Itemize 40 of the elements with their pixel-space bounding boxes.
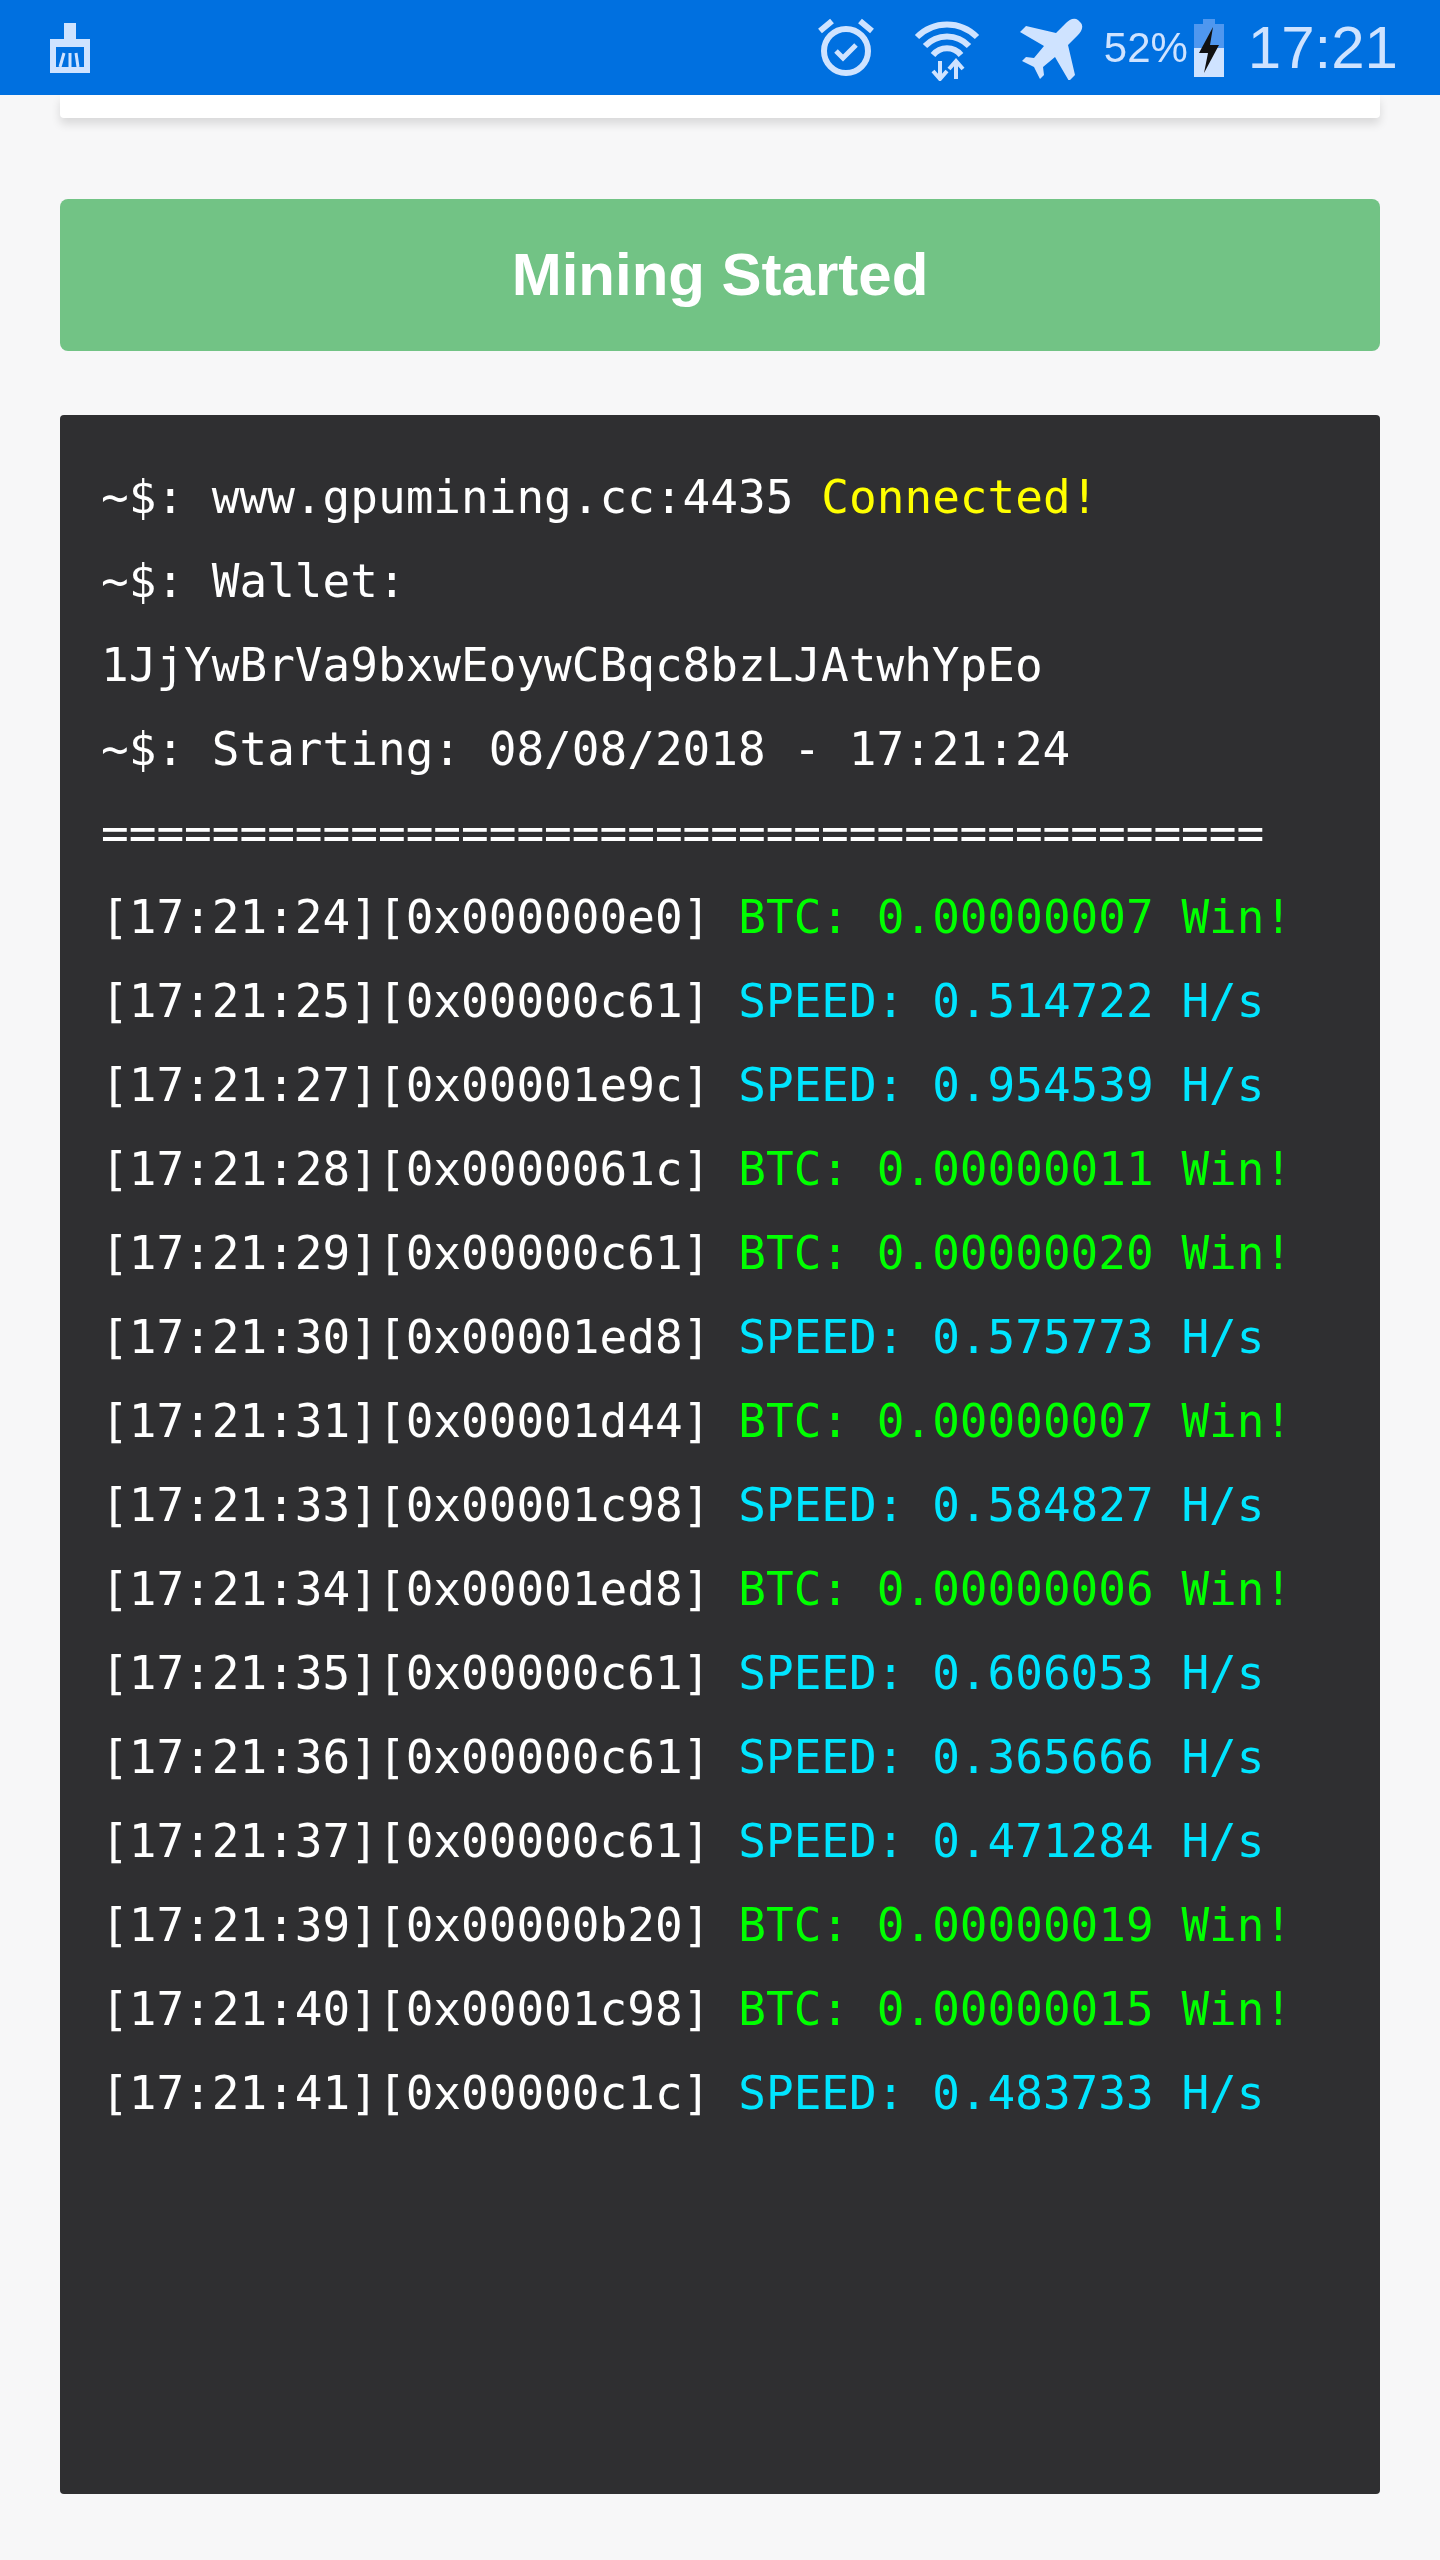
log-timestamp: [17:21:40][0x00001c98]: [101, 1980, 711, 2038]
terminal-line: ~$: Starting: 08/08/2018 - 17:21:24: [101, 720, 1071, 778]
speed-reading: SPEED: 0.471284 H/s: [738, 1812, 1265, 1870]
separator-line: ==========================================: [101, 804, 1265, 862]
log-timestamp: [17:21:41][0x00000c1c]: [101, 2064, 711, 2122]
log-timestamp: [17:21:34][0x00001ed8]: [101, 1560, 711, 1618]
btc-win-message: BTC: 0.00000019 Win!: [738, 1896, 1293, 1954]
speed-reading: SPEED: 0.365666 H/s: [738, 1728, 1265, 1786]
btc-win-message: BTC: 0.00000015 Win!: [738, 1980, 1293, 2038]
connected-status: Connected!: [821, 468, 1099, 526]
log-timestamp: [17:21:25][0x00000c61]: [101, 972, 711, 1030]
alarm-icon: [815, 16, 876, 79]
mining-started-button[interactable]: Mining Started: [60, 199, 1380, 351]
terminal-line: ~$: Wallet:: [101, 552, 406, 610]
log-timestamp: [17:21:24][0x000000e0]: [101, 888, 711, 946]
speed-reading: SPEED: 0.584827 H/s: [738, 1476, 1265, 1534]
speed-reading: SPEED: 0.575773 H/s: [738, 1308, 1265, 1366]
log-timestamp: [17:21:28][0x0000061c]: [101, 1140, 711, 1198]
clock: 17:21: [1247, 12, 1398, 83]
log-timestamp: [17:21:37][0x00000c61]: [101, 1812, 711, 1870]
btc-win-message: BTC: 0.00000007 Win!: [738, 1392, 1293, 1450]
speed-reading: SPEED: 0.483733 H/s: [738, 2064, 1265, 2122]
battery-percentage: 52%: [1103, 23, 1188, 73]
log-timestamp: [17:21:30][0x00001ed8]: [101, 1308, 711, 1366]
log-timestamp: [17:21:27][0x00001e9c]: [101, 1056, 711, 1114]
btc-win-message: BTC: 0.00000020 Win!: [738, 1224, 1293, 1282]
log-timestamp: [17:21:39][0x00000b20]: [101, 1896, 711, 1954]
terminal-line: ~$: www.gpumining.cc:4435: [101, 468, 794, 526]
log-timestamp: [17:21:36][0x00000c61]: [101, 1728, 711, 1786]
log-timestamp: [17:21:35][0x00000c61]: [101, 1644, 711, 1702]
btc-win-message: BTC: 0.00000006 Win!: [738, 1560, 1293, 1618]
speed-reading: SPEED: 0.606053 H/s: [738, 1644, 1265, 1702]
speed-reading: SPEED: 0.514722 H/s: [738, 972, 1265, 1030]
wallet-address: 1JjYwBrVa9bxwEoywCBqc8bzLJAtwhYpEo: [101, 636, 1043, 694]
log-timestamp: [17:21:31][0x00001d44]: [101, 1392, 711, 1450]
log-timestamp: [17:21:29][0x00000c61]: [101, 1224, 711, 1282]
btc-win-message: BTC: 0.00000011 Win!: [738, 1140, 1293, 1198]
log-timestamp: [17:21:33][0x00001c98]: [101, 1476, 711, 1534]
btc-win-message: BTC: 0.00000007 Win!: [738, 888, 1293, 946]
speed-reading: SPEED: 0.954539 H/s: [738, 1056, 1265, 1114]
